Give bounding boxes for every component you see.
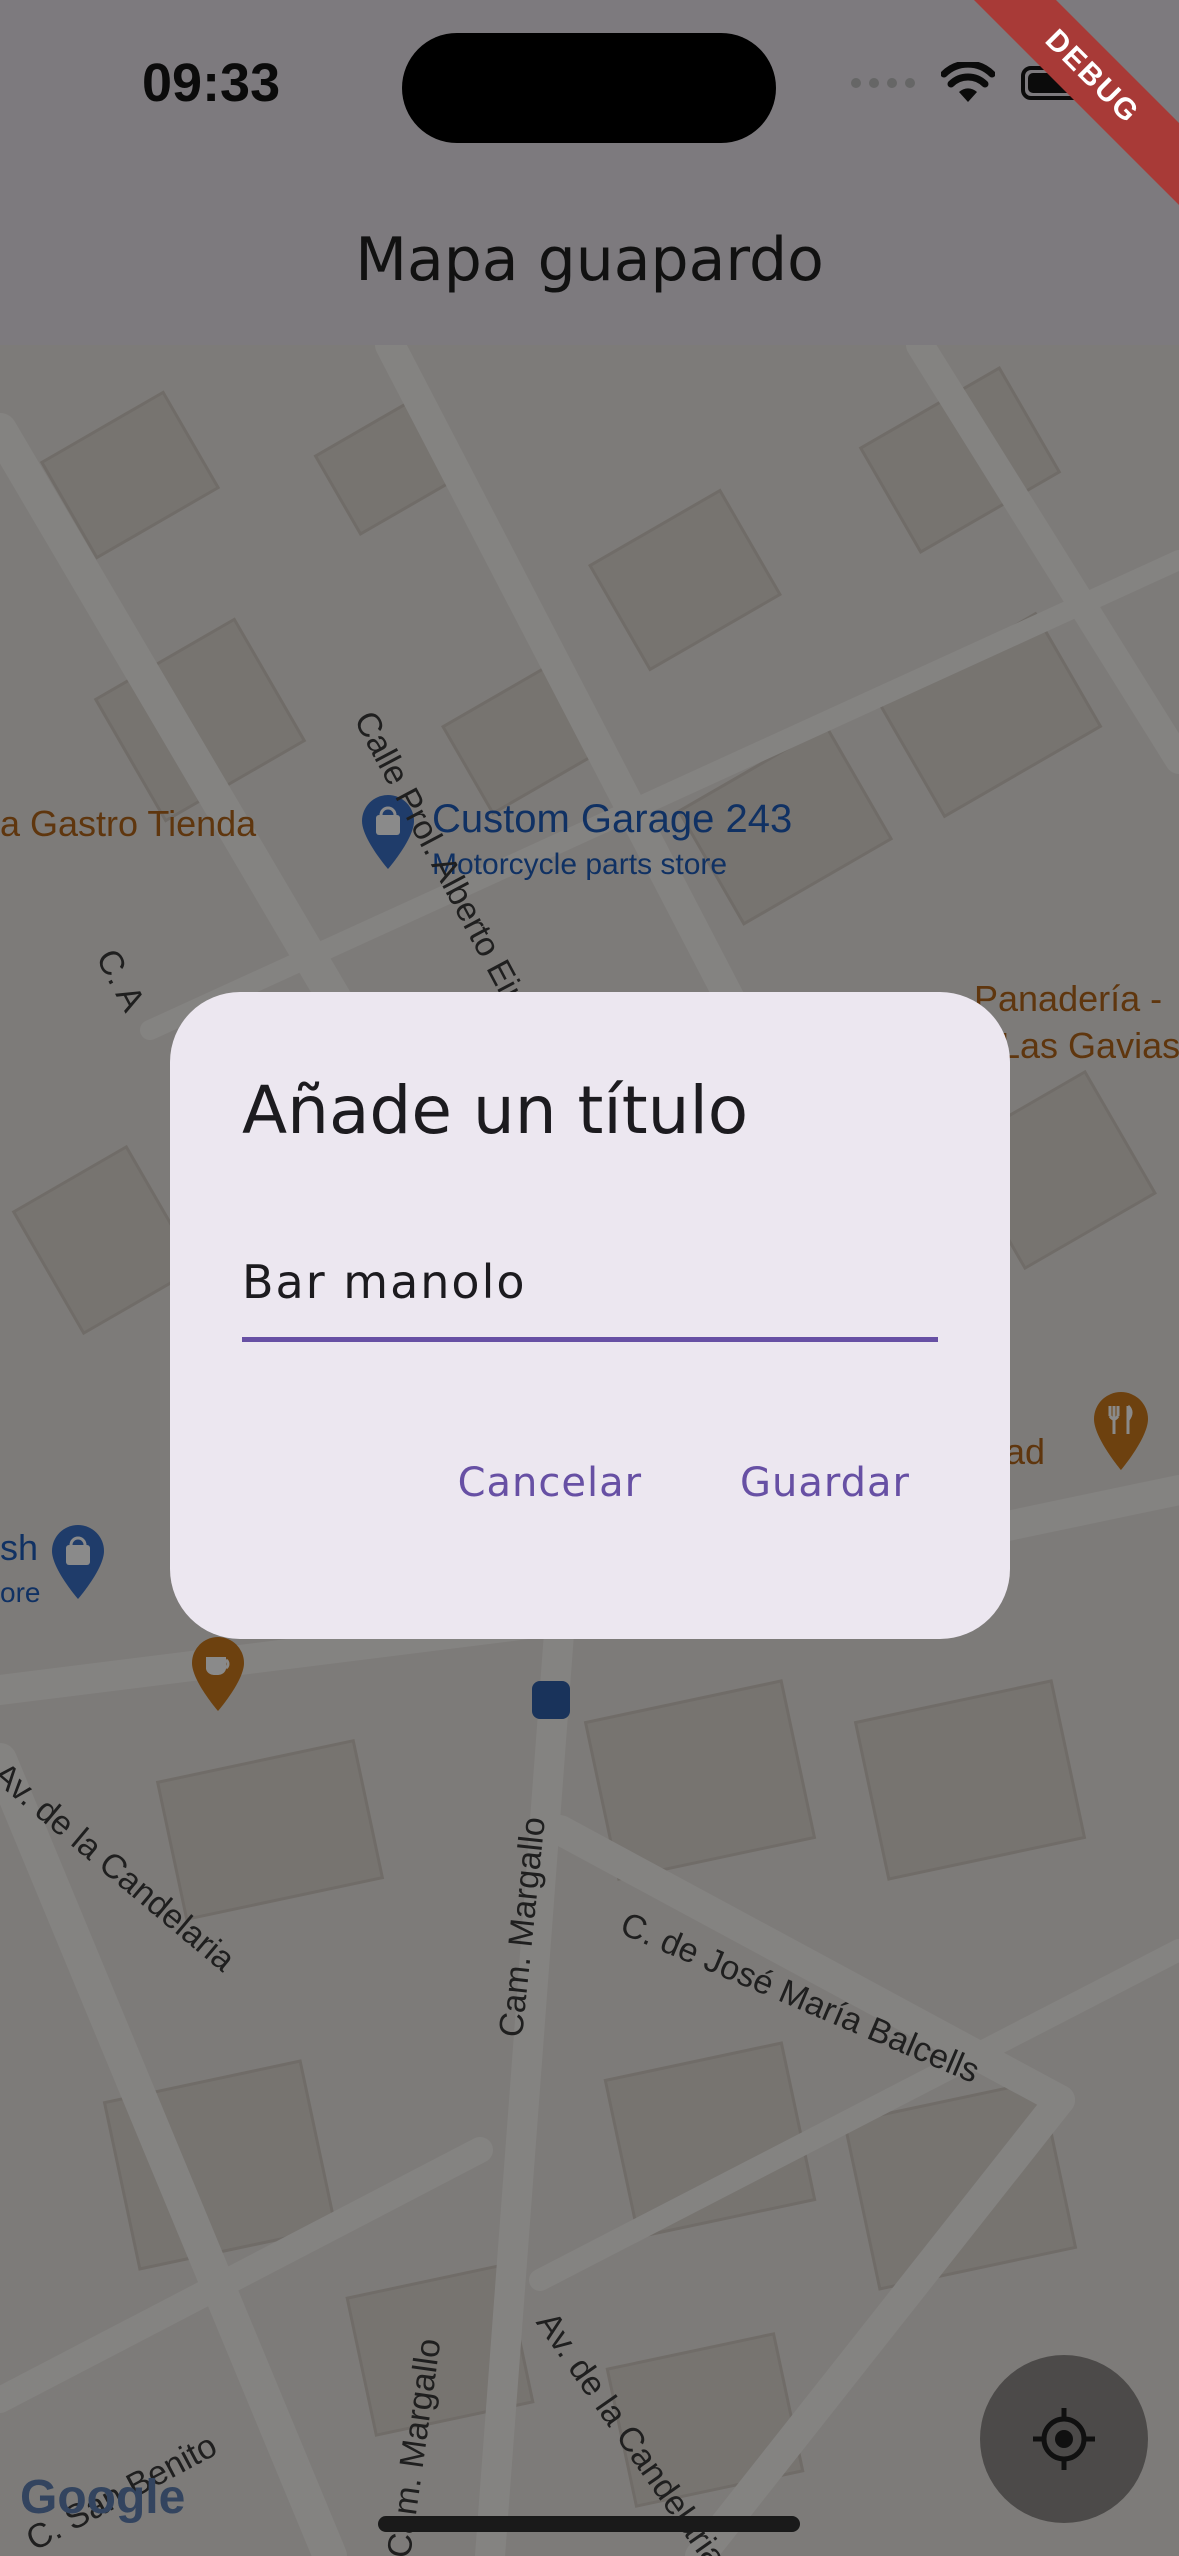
field-underline xyxy=(242,1337,938,1342)
save-button[interactable]: Guardar xyxy=(740,1460,910,1506)
dialog-actions: Cancelar Guardar xyxy=(458,1460,910,1506)
home-indicator[interactable] xyxy=(378,2516,800,2532)
title-input[interactable] xyxy=(242,1242,938,1322)
status-time: 09:33 xyxy=(142,53,281,113)
add-title-dialog: Añade un título Cancelar Guardar xyxy=(170,992,1010,1639)
app-header: 09:33 DEBUG Mapa guapardo xyxy=(0,0,1179,345)
cancel-button[interactable]: Cancelar xyxy=(458,1460,642,1506)
dynamic-island xyxy=(402,33,776,143)
dialog-title: Añade un título xyxy=(242,1072,749,1149)
wifi-icon xyxy=(941,62,995,102)
signal-icon xyxy=(851,78,915,88)
debug-banner: DEBUG xyxy=(954,0,1179,215)
title-field[interactable] xyxy=(242,1242,938,1342)
page-title: Mapa guapardo xyxy=(355,225,824,295)
